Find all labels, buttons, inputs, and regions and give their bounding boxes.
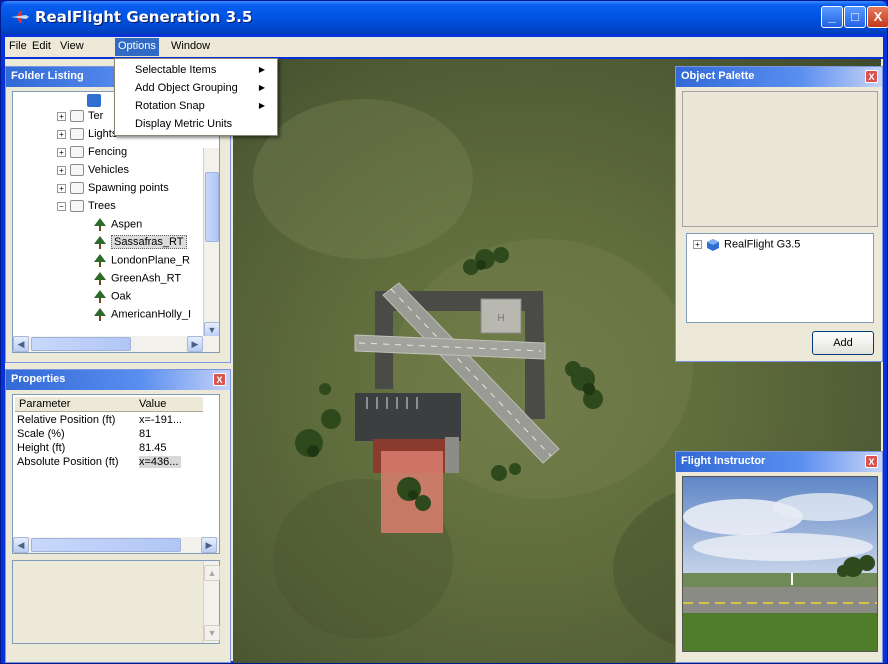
folder-icon	[70, 200, 84, 213]
submenu-arrow-icon: ▶	[258, 101, 265, 110]
expand-icon[interactable]: +	[57, 129, 66, 139]
scroll-left-icon[interactable]: ◀	[13, 537, 29, 553]
flight-instructor-panel: Flight Instructor X	[675, 451, 883, 663]
scroll-down-icon[interactable]: ▼	[204, 625, 220, 641]
menu-view[interactable]: View	[60, 40, 84, 52]
window-title: RealFlight Generation 3.5	[35, 8, 253, 26]
tree-icon	[94, 254, 106, 267]
tree-item-londonplane[interactable]: LondonPlane_R	[93, 254, 190, 272]
tree-item-sassafras[interactable]: Sassafras_RT	[93, 235, 187, 254]
folder-icon	[70, 128, 84, 141]
menu-bar: File Edit View Options Window	[5, 37, 883, 57]
folder-icon	[70, 110, 84, 123]
expand-icon[interactable]: +	[57, 147, 66, 157]
property-row[interactable]: Height (ft) 81.45	[17, 442, 205, 456]
column-header-value[interactable]: Value	[139, 398, 166, 410]
close-icon[interactable]: X	[865, 455, 878, 468]
property-description: ▲ ▼	[12, 560, 220, 644]
scroll-thumb[interactable]	[205, 172, 219, 242]
tree-icon	[94, 236, 106, 249]
flight-camera-view[interactable]	[682, 476, 878, 652]
properties-header-row: Parameter Value	[15, 397, 203, 412]
title-bar[interactable]: RealFlight Generation 3.5 _ □ X	[1, 1, 888, 34]
property-row[interactable]: Scale (%) 81	[17, 428, 205, 442]
folder-icon	[70, 164, 84, 177]
menu-edit[interactable]: Edit	[32, 40, 51, 52]
object-palette-panel: Object Palette X + RealFlight G3.5 Add	[675, 66, 883, 362]
tree-folder-vehicles[interactable]: + Vehicles	[57, 164, 129, 182]
tree-item-americanholly[interactable]: AmericanHolly_I	[93, 308, 191, 326]
object-palette-title: Object Palette	[681, 70, 755, 82]
svg-text:H: H	[497, 313, 504, 324]
close-button[interactable]: X	[867, 6, 888, 28]
properties-hscroll[interactable]: ◀ ▶	[13, 537, 219, 553]
collapse-icon[interactable]: −	[57, 201, 66, 211]
expand-icon[interactable]: +	[693, 240, 702, 249]
folder-icon	[70, 182, 84, 195]
properties-title: Properties	[11, 373, 66, 385]
scroll-right-icon[interactable]: ▶	[187, 336, 203, 352]
airplane-icon	[11, 11, 29, 23]
properties-grid: Parameter Value Relative Position (ft) x=…	[12, 394, 220, 554]
scroll-thumb[interactable]	[31, 337, 131, 351]
app-window: RealFlight Generation 3.5 _ □ X File Edi…	[0, 0, 888, 664]
menu-options[interactable]: Options	[115, 38, 159, 56]
property-row[interactable]: Relative Position (ft) x=-191...	[17, 414, 205, 428]
menu-window[interactable]: Window	[171, 40, 210, 52]
scroll-right-icon[interactable]: ▶	[201, 537, 217, 553]
cube-icon	[87, 94, 101, 107]
expand-icon[interactable]: +	[57, 111, 66, 121]
menu-item-selectable-items[interactable]: Selectable Items ▶	[115, 61, 277, 79]
object-preview	[682, 91, 878, 227]
tree-folder-fencing[interactable]: + Fencing	[57, 146, 127, 164]
palette-tree: + RealFlight G3.5	[686, 233, 874, 323]
add-button[interactable]: Add	[812, 331, 874, 355]
menu-file[interactable]: File	[9, 40, 27, 52]
tree-folder-lights[interactable]: + Lights	[57, 128, 117, 146]
scroll-left-icon[interactable]: ◀	[13, 336, 29, 352]
folder-listing-title: Folder Listing	[11, 70, 84, 82]
tree-item-realflight[interactable]: + RealFlight G3.5	[693, 238, 800, 256]
tree-folder-trees[interactable]: − Trees	[57, 200, 116, 218]
property-row[interactable]: Absolute Position (ft) x=436...	[17, 456, 205, 470]
column-header-parameter[interactable]: Parameter	[19, 398, 70, 410]
close-icon[interactable]: X	[213, 373, 226, 386]
properties-header: Properties X	[6, 370, 230, 390]
tree-item-oak[interactable]: Oak	[93, 290, 131, 308]
menu-item-add-object-grouping[interactable]: Add Object Grouping ▶	[115, 79, 277, 97]
maximize-button[interactable]: □	[844, 6, 866, 28]
folder-tree-hscroll[interactable]: ◀ ▶	[13, 336, 219, 352]
folder-tree-vscroll[interactable]: ▼	[203, 148, 219, 338]
flight-camera-image	[683, 477, 877, 651]
cube-icon	[707, 239, 719, 251]
flight-instructor-header: Flight Instructor X	[676, 452, 882, 472]
tree-item-greenash[interactable]: GreenAsh_RT	[93, 272, 181, 290]
scroll-up-icon[interactable]: ▲	[204, 565, 220, 581]
minimize-button[interactable]: _	[821, 6, 843, 28]
tree-icon	[94, 308, 106, 321]
tree-icon	[94, 218, 106, 231]
submenu-arrow-icon: ▶	[258, 83, 265, 92]
flight-instructor-title: Flight Instructor	[681, 455, 766, 467]
description-vscroll[interactable]: ▲ ▼	[203, 561, 220, 643]
expand-icon[interactable]: +	[57, 165, 66, 175]
tree-icon	[94, 290, 106, 303]
folder-icon	[70, 146, 84, 159]
tree-folder-terrain[interactable]: + Ter	[57, 110, 103, 128]
properties-panel: Properties X Parameter Value Relative Po…	[5, 369, 231, 663]
expand-icon[interactable]: +	[57, 183, 66, 193]
close-icon[interactable]: X	[865, 70, 878, 83]
submenu-arrow-icon: ▶	[258, 65, 265, 74]
tree-item-aspen[interactable]: Aspen	[93, 218, 142, 236]
menu-item-rotation-snap[interactable]: Rotation Snap ▶	[115, 97, 277, 115]
tree-icon	[94, 272, 106, 285]
menu-item-display-metric-units[interactable]: Display Metric Units	[115, 115, 277, 133]
scroll-thumb[interactable]	[31, 538, 181, 552]
tree-folder-spawning-points[interactable]: + Spawning points	[57, 182, 169, 200]
object-palette-header: Object Palette X	[676, 67, 882, 87]
options-dropdown-menu: Selectable Items ▶ Add Object Grouping ▶…	[114, 58, 278, 136]
